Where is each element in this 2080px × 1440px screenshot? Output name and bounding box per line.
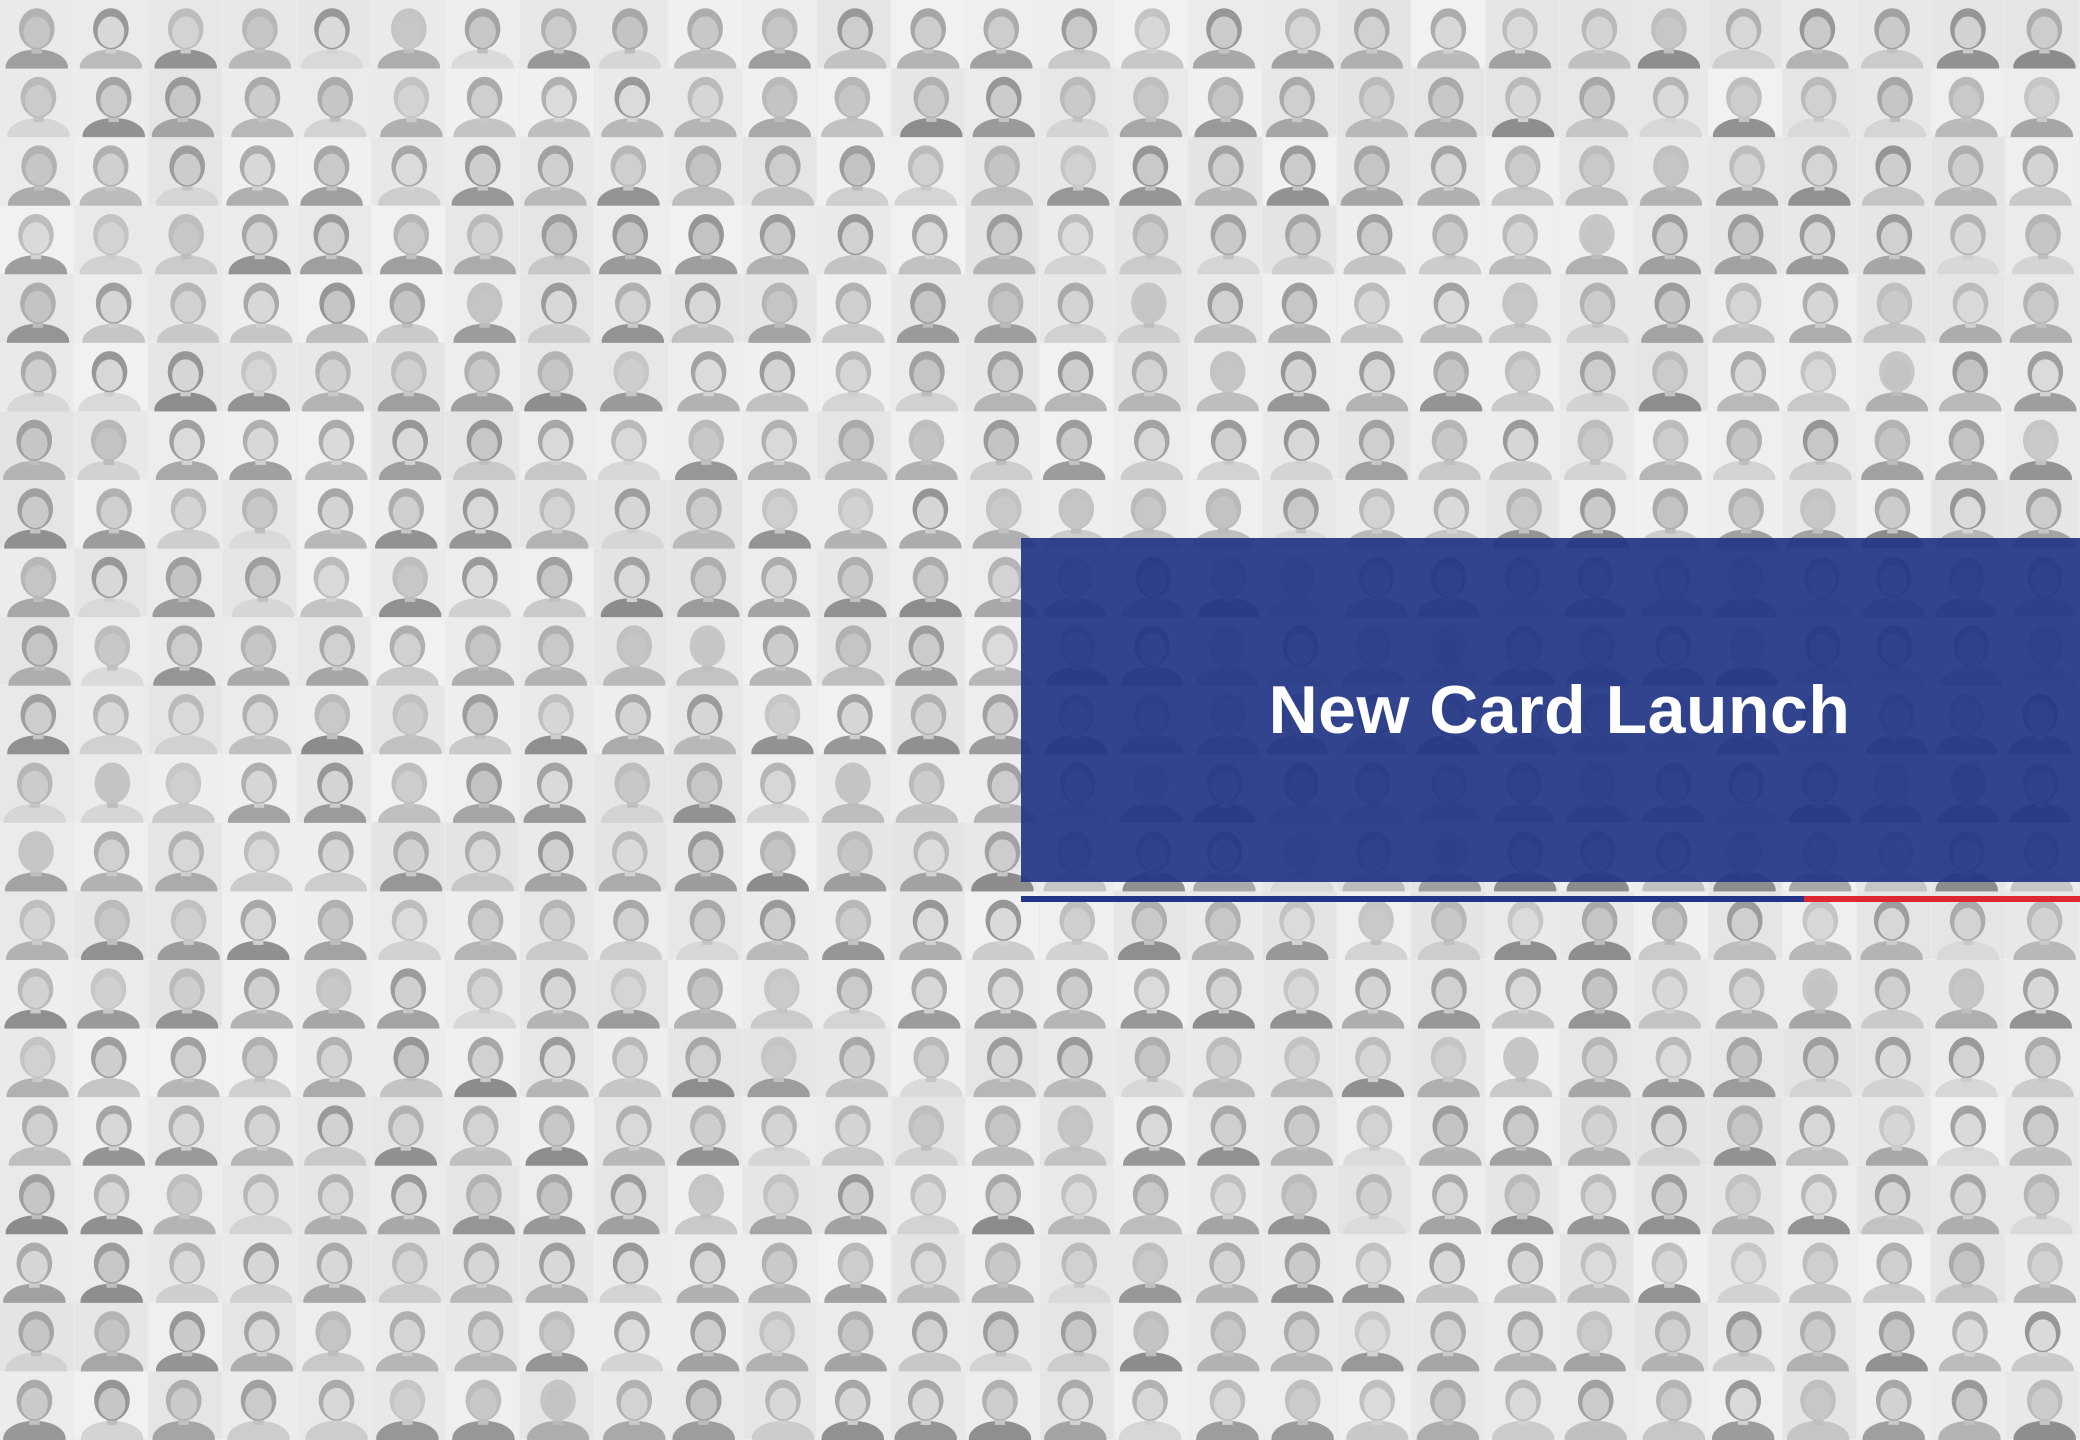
portrait-tile	[520, 1371, 594, 1440]
portrait-tile	[371, 1371, 445, 1440]
portrait-tile	[594, 1371, 668, 1440]
portrait-tile	[222, 1371, 297, 1440]
portrait-tile	[1262, 1371, 1337, 1440]
accent-underline	[1021, 896, 2080, 902]
portrait-tile	[74, 1371, 148, 1440]
portrait-tile	[891, 1371, 965, 1440]
portrait-tile	[1857, 1371, 1931, 1440]
portrait-tile	[817, 1371, 891, 1440]
title-banner: New Card Launch	[1021, 538, 2080, 882]
portrait-tile	[1634, 1371, 1708, 1440]
portrait-tile	[1708, 1371, 1782, 1440]
portrait-tile	[742, 1371, 817, 1440]
portrait-tile	[668, 1371, 742, 1440]
portrait-tile	[0, 1371, 74, 1440]
portrait-tile	[1411, 1371, 1485, 1440]
accent-line-red	[1804, 896, 2080, 902]
slide-title: New Card Launch	[1268, 672, 1851, 748]
portrait-tile	[1114, 1371, 1188, 1440]
portrait-tile	[297, 1371, 371, 1440]
portrait-tile	[965, 1371, 1039, 1440]
portrait-tile	[1040, 1371, 1114, 1440]
portrait-tile	[2005, 1371, 2079, 1440]
portrait-tile	[1560, 1371, 1634, 1440]
portrait-tile	[1931, 1371, 2005, 1440]
portrait-tile	[1485, 1371, 1559, 1440]
portrait-tile	[1782, 1371, 1857, 1440]
portrait-tile	[445, 1371, 519, 1440]
portrait-tile	[1337, 1371, 1411, 1440]
portrait-tile	[1188, 1371, 1262, 1440]
accent-line-blue	[1021, 896, 1804, 902]
portrait-tile	[148, 1371, 222, 1440]
